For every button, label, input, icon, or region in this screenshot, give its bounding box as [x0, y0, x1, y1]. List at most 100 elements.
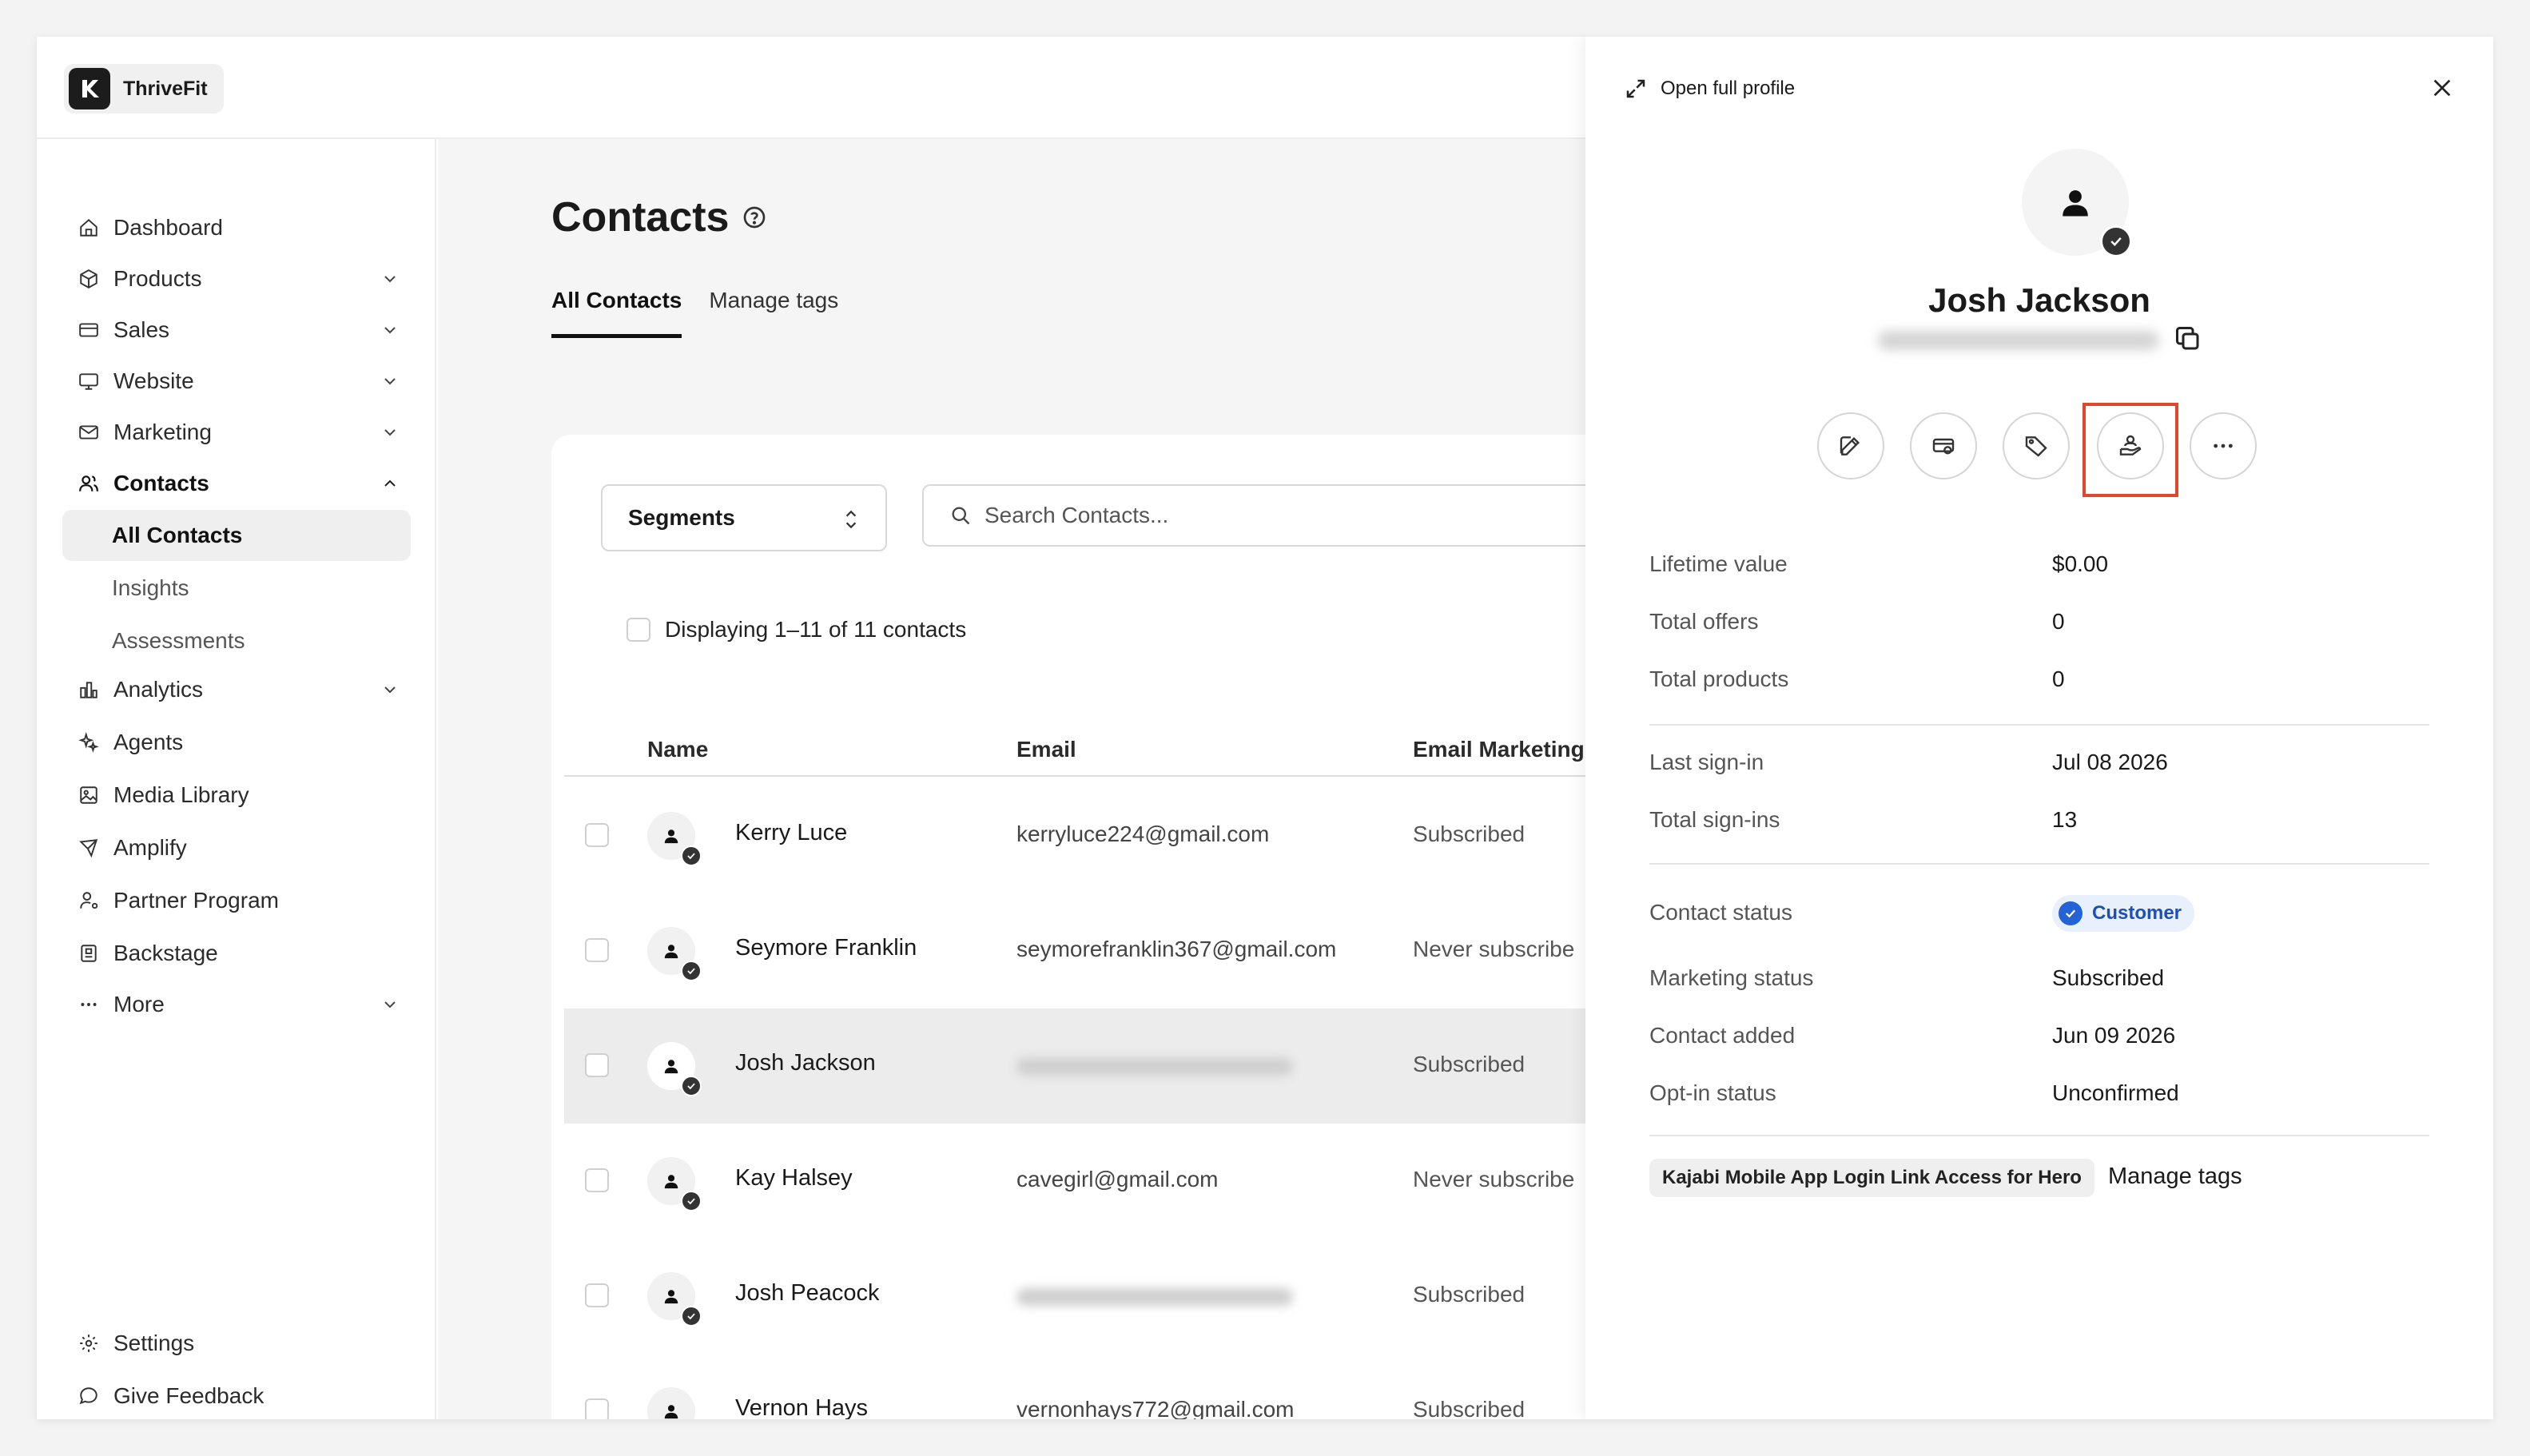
- search-input[interactable]: Search Contacts...: [922, 484, 1641, 547]
- grant-offer-button[interactable]: [1910, 412, 1977, 479]
- table-row[interactable]: Kerry Luce kerryluce224@gmail.com Subscr…: [564, 778, 1619, 893]
- add-tag-button[interactable]: [2003, 412, 2070, 479]
- more-icon: [2214, 444, 2233, 448]
- sidebar-item-marketing[interactable]: Marketing: [62, 408, 411, 457]
- chevron-down-icon: [384, 429, 396, 436]
- manage-tags-link[interactable]: Manage tags: [2108, 1164, 2242, 1190]
- more-icon: [75, 991, 102, 1018]
- sidebar-item-products[interactable]: Products: [62, 254, 411, 304]
- status-badge: Customer: [2052, 895, 2195, 932]
- edit-button[interactable]: [1817, 412, 1884, 479]
- search-placeholder: Search Contacts...: [985, 503, 1169, 527]
- verified-check-icon: [681, 1076, 702, 1096]
- sidebar-subitem-all-contacts[interactable]: All Contacts: [62, 510, 411, 561]
- contact-name: Seymore Franklin: [735, 935, 917, 961]
- copy-icon[interactable]: [2174, 324, 2202, 353]
- contact-marketing-status: Subscribed: [1413, 1052, 1526, 1076]
- table-row[interactable]: Seymore Franklin seymorefranklin367@gmai…: [564, 893, 1619, 1008]
- segments-label: Segments: [628, 505, 735, 530]
- column-header-email-marketing[interactable]: Email Marketing: [1413, 737, 1585, 762]
- contact-name: Vernon Hays: [735, 1395, 869, 1419]
- status-badge-label: Customer: [2092, 902, 2182, 924]
- total-products-value: 0: [2052, 666, 2065, 691]
- sidebar-item-agents[interactable]: Agents: [62, 718, 411, 767]
- close-icon[interactable]: [2429, 75, 2455, 101]
- opt-in-status-value: Unconfirmed: [2052, 1080, 2179, 1105]
- displaying-count: Displaying 1–11 of 11 contacts: [665, 617, 967, 642]
- row-checkbox[interactable]: [585, 1283, 609, 1307]
- sidebar-item-dashboard[interactable]: Dashboard: [62, 203, 411, 253]
- chevron-down-icon: [384, 1001, 396, 1008]
- help-icon[interactable]: [742, 205, 767, 230]
- row-checkbox[interactable]: [585, 1053, 609, 1077]
- main-content: Contacts All Contacts Manage tags Segmen…: [438, 139, 1641, 1419]
- sidebar-item-label: Partner Program: [113, 888, 279, 913]
- table-row[interactable]: Vernon Hays vernonhays772@gmail.com Subs…: [564, 1354, 1619, 1419]
- total-offers-label: Total offers: [1649, 609, 1759, 634]
- sidebar-item-media-library[interactable]: Media Library: [62, 770, 411, 820]
- sidebar-item-backstage[interactable]: Backstage: [62, 929, 411, 978]
- brand-name: ThriveFit: [123, 77, 208, 100]
- avatar: [647, 1042, 702, 1096]
- users-icon: [75, 470, 102, 497]
- sidebar-item-sales[interactable]: Sales: [62, 305, 411, 355]
- row-checkbox[interactable]: [585, 1168, 609, 1192]
- verified-check-icon: [2100, 225, 2132, 257]
- tab-manage-tags[interactable]: Manage tags: [709, 288, 838, 338]
- sidebar-item-amplify[interactable]: Amplify: [62, 823, 411, 873]
- sidebar-item-label: Dashboard: [113, 215, 223, 240]
- sidebar-item-more[interactable]: More: [62, 980, 411, 1029]
- megaphone-icon: [75, 834, 102, 861]
- column-header-name[interactable]: Name: [647, 737, 708, 762]
- sidebar-item-label: Media Library: [113, 782, 249, 807]
- sidebar-item-analytics[interactable]: Analytics: [62, 665, 411, 714]
- contact-marketing-status: Never subscribe: [1413, 937, 1575, 961]
- sidebar-item-website[interactable]: Website: [62, 356, 411, 406]
- tab-all-contacts[interactable]: All Contacts: [551, 288, 682, 338]
- more-actions-button[interactable]: [2190, 412, 2257, 479]
- sidebar-item-label: Sales: [113, 317, 170, 342]
- contact-email-redacted: [1016, 1058, 1293, 1076]
- row-checkbox[interactable]: [585, 938, 609, 962]
- row-checkbox[interactable]: [585, 1398, 609, 1419]
- sidebar-item-label: More: [113, 992, 165, 1016]
- brand-switcher[interactable]: ThriveFit: [64, 64, 224, 113]
- select-all-checkbox[interactable]: [627, 618, 650, 642]
- sidebar-item-give-feedback[interactable]: Give Feedback: [62, 1371, 411, 1419]
- box-icon: [75, 265, 102, 292]
- sidebar-item-label: Give Feedback: [113, 1383, 265, 1408]
- user-icon: [664, 1060, 678, 1074]
- sidebar-subitem-insights[interactable]: Insights: [62, 563, 411, 614]
- sidebar-subitem-assessments[interactable]: Assessments: [62, 615, 411, 666]
- contact-added-value: Jun 09 2026: [2052, 1023, 2176, 1048]
- card-icon: [75, 316, 102, 344]
- divider: [1649, 724, 2429, 726]
- check-circle-icon: [2059, 901, 2082, 925]
- sidebar-item-contacts[interactable]: Contacts: [62, 459, 411, 508]
- sidebar: Dashboard Products Sales Website Marketi…: [37, 139, 436, 1419]
- table-row-selected[interactable]: Josh Jackson Subscribed: [564, 1008, 1619, 1124]
- open-full-profile-link[interactable]: Open full profile: [1624, 77, 1795, 101]
- table-row[interactable]: Josh Peacock Subscribed: [564, 1239, 1619, 1354]
- row-checkbox[interactable]: [585, 823, 609, 847]
- image-icon: [75, 782, 102, 809]
- contact-email-redacted: [1016, 1288, 1293, 1306]
- sidebar-item-partner-program[interactable]: Partner Program: [62, 876, 411, 925]
- avatar: [647, 927, 702, 981]
- contact-email: kerryluce224@gmail.com: [1016, 821, 1270, 846]
- user-icon: [2063, 190, 2088, 217]
- segments-dropdown[interactable]: Segments: [601, 484, 887, 551]
- opt-in-status-label: Opt-in status: [1649, 1080, 1776, 1105]
- column-header-email[interactable]: Email: [1016, 737, 1076, 762]
- verified-check-icon: [681, 1191, 702, 1211]
- contact-tag[interactable]: Kajabi Mobile App Login Link Access for …: [1649, 1159, 2094, 1197]
- table-row[interactable]: Kay Halsey cavegirl@gmail.com Never subs…: [564, 1124, 1619, 1239]
- total-offers-value: 0: [2052, 609, 2065, 634]
- bar-chart-icon: [75, 676, 102, 703]
- gear-icon: [75, 1330, 102, 1357]
- marketing-status-value: Subscribed: [2052, 965, 2165, 990]
- highlight-box: [2082, 403, 2178, 497]
- chevron-up-icon: [384, 479, 396, 487]
- sidebar-item-label: Website: [113, 368, 194, 393]
- sidebar-item-settings[interactable]: Settings: [62, 1319, 411, 1368]
